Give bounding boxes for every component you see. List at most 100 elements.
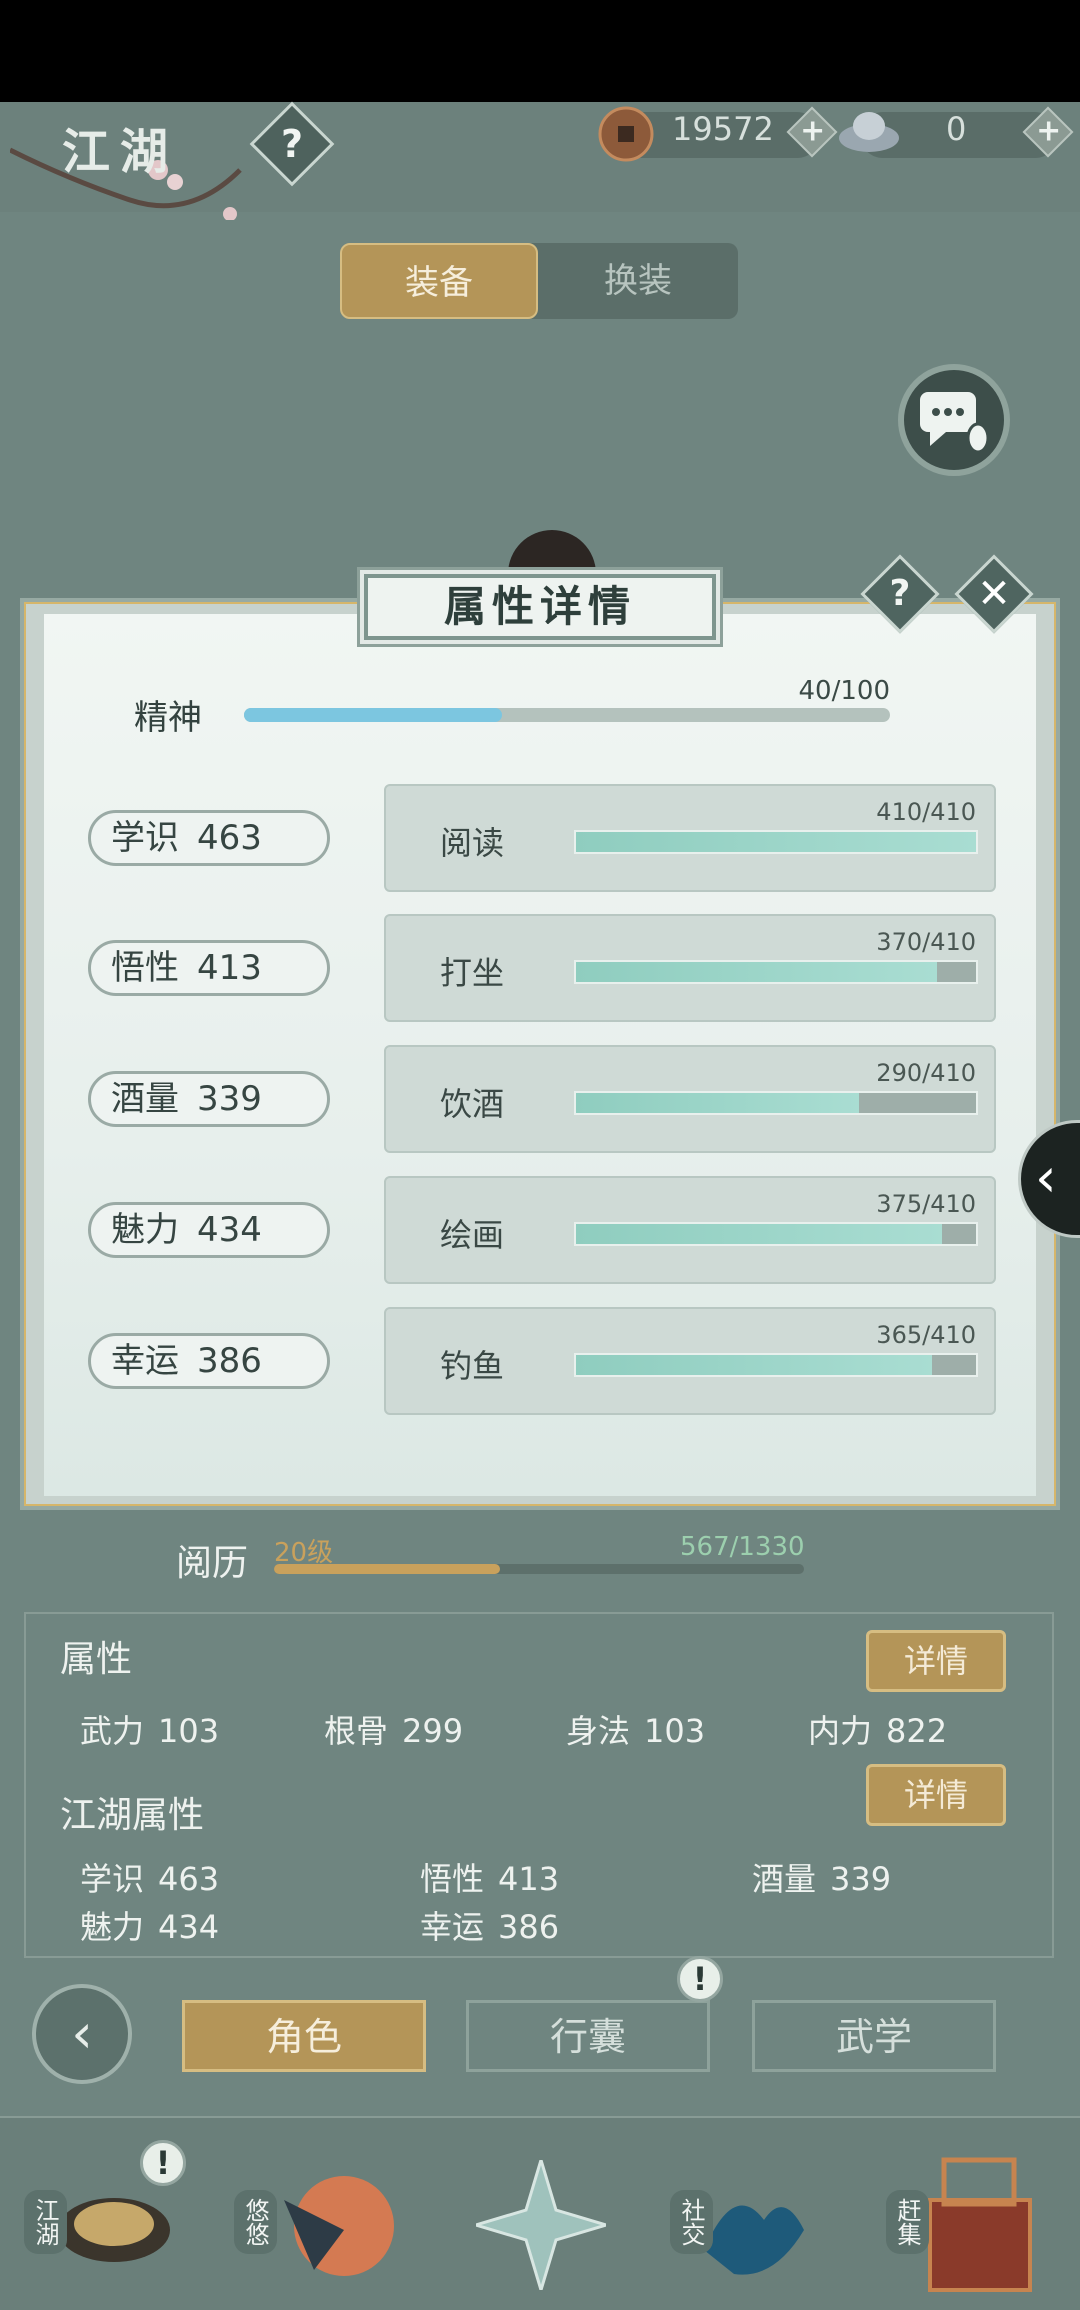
nav-martial-arts-button[interactable]: 武学 xyxy=(752,2000,996,2072)
question-icon: ? xyxy=(889,573,911,614)
nav-bag-button[interactable]: 行囊 xyxy=(466,2000,710,2072)
activity-row[interactable]: 饮酒 290/410 xyxy=(384,1045,996,1153)
page-title: 江湖 xyxy=(62,124,179,180)
attributes-detail-button[interactable]: 详情 xyxy=(866,1630,1006,1692)
activity-progress-fill xyxy=(576,962,937,982)
dock-youyou[interactable]: 悠悠 xyxy=(234,2150,394,2300)
experience-value: 567/1330 xyxy=(680,1532,805,1562)
jianghu-attributes-title: 江湖属性 xyxy=(60,1795,205,1836)
attribute-name: 幸运 xyxy=(420,1908,485,1946)
dock-label: 悠悠 xyxy=(234,2190,277,2254)
stat-value: 434 xyxy=(197,1210,262,1250)
activity-progress-bar xyxy=(574,960,978,984)
back-button[interactable]: ‹ xyxy=(32,1984,132,2084)
spirit-label: 精神 xyxy=(134,698,202,738)
activity-progress-value: 365/410 xyxy=(876,1321,976,1349)
back-arrow-icon: ‹ xyxy=(71,2002,93,2065)
stat-name: 魅力 xyxy=(111,1210,179,1250)
tab-outfit[interactable]: 换装 xyxy=(538,243,738,319)
equipment-tabs: 装备 换装 xyxy=(340,243,738,319)
dock-social[interactable]: 社交 xyxy=(664,2150,814,2300)
activity-row[interactable]: 阅读 410/410 xyxy=(384,784,996,892)
stat-name: 悟性 xyxy=(111,948,179,988)
plus-icon: + xyxy=(1036,113,1062,149)
activity-progress-fill xyxy=(576,832,976,852)
jianghu-attributes-detail-button[interactable]: 详情 xyxy=(866,1764,1006,1826)
experience-progress-fill xyxy=(274,1564,500,1574)
jianghu-attribute-item: 悟性 413 xyxy=(420,1854,559,1900)
activity-progress-bar xyxy=(574,1222,978,1246)
swallow-moon-icon xyxy=(284,2176,394,2276)
stat-value: 339 xyxy=(197,1079,262,1119)
question-icon: ? xyxy=(280,122,304,166)
attribute-item: 内力 822 xyxy=(808,1706,947,1752)
side-panel-toggle[interactable]: ‹ xyxy=(1018,1120,1080,1238)
activity-row[interactable]: 绘画 375/410 xyxy=(384,1176,996,1284)
activity-name: 打坐 xyxy=(440,954,505,992)
jianghu-attribute-item: 幸运 386 xyxy=(420,1902,559,1948)
stat-value: 386 xyxy=(197,1341,262,1381)
attribute-name: 内力 xyxy=(808,1712,873,1750)
attribute-value: 103 xyxy=(644,1712,706,1750)
chat-button[interactable] xyxy=(898,364,1010,476)
dock-label: 江湖 xyxy=(24,2190,67,2254)
dock-label: 赶集 xyxy=(886,2190,929,2254)
attribute-item: 武力 103 xyxy=(80,1706,219,1752)
activity-progress-value: 375/410 xyxy=(876,1190,976,1218)
dock-center[interactable] xyxy=(470,2150,620,2300)
coin-count: 19572 xyxy=(672,110,774,148)
attribute-name: 身法 xyxy=(566,1712,631,1750)
stat-value: 463 xyxy=(197,818,262,858)
attribute-value: 103 xyxy=(158,1712,220,1750)
status-bar xyxy=(0,0,1080,102)
nav-character-button[interactable]: 角色 xyxy=(182,2000,426,2072)
activity-progress-bar xyxy=(574,1091,978,1115)
attribute-value: 299 xyxy=(402,1712,464,1750)
attribute-name: 悟性 xyxy=(420,1860,485,1898)
dock-label: 社交 xyxy=(670,2190,713,2254)
activity-progress-fill xyxy=(576,1224,942,1244)
activity-name: 饮酒 xyxy=(440,1085,505,1123)
attribute-item: 身法 103 xyxy=(566,1706,705,1752)
activity-name: 绘画 xyxy=(440,1216,505,1254)
attribute-value: 386 xyxy=(498,1908,560,1946)
activity-progress-value: 410/410 xyxy=(876,798,976,826)
tab-equip[interactable]: 装备 xyxy=(340,243,538,319)
alert-badge-icon: ! xyxy=(140,2140,186,2186)
stat-value: 413 xyxy=(197,948,262,988)
attribute-value: 413 xyxy=(498,1860,560,1898)
stat-pill: 酒量 339 xyxy=(88,1071,330,1127)
copper-coin-icon xyxy=(598,106,654,162)
activity-progress-bar xyxy=(574,1353,978,1377)
stat-name: 酒量 xyxy=(111,1079,179,1119)
stat-name: 学识 xyxy=(111,818,179,858)
silver-count: 0 xyxy=(946,110,967,148)
jianghu-attribute-item: 魅力 434 xyxy=(80,1902,219,1948)
activity-name: 钓鱼 xyxy=(440,1347,505,1385)
jianghu-attribute-item: 学识 463 xyxy=(80,1854,219,1900)
close-icon: ✕ xyxy=(977,571,1011,617)
activity-progress-fill xyxy=(576,1093,859,1113)
attribute-name: 学识 xyxy=(80,1860,145,1898)
spirit-value: 40/100 xyxy=(798,676,890,706)
plus-icon: + xyxy=(800,113,826,149)
attribute-name: 酒量 xyxy=(752,1860,817,1898)
chevron-left-icon: ‹ xyxy=(1035,1146,1057,1209)
bamboo-hat-icon xyxy=(58,2198,170,2262)
compass-star-icon xyxy=(476,2160,606,2290)
stat-pill: 悟性 413 xyxy=(88,940,330,996)
activity-progress-value: 370/410 xyxy=(876,928,976,956)
stat-pill: 魅力 434 xyxy=(88,1202,330,1258)
activity-row[interactable]: 钓鱼 365/410 xyxy=(384,1307,996,1415)
activity-row[interactable]: 打坐 370/410 xyxy=(384,914,996,1022)
stat-pill: 幸运 386 xyxy=(88,1333,330,1389)
attribute-value: 463 xyxy=(158,1860,220,1898)
attribute-name: 魅力 xyxy=(80,1908,145,1946)
chat-bubble-icon xyxy=(920,392,990,454)
dock-market[interactable]: 赶集 xyxy=(880,2150,1032,2300)
attributes-title: 属性 xyxy=(60,1639,133,1680)
attribute-value: 339 xyxy=(830,1860,892,1898)
stat-name: 幸运 xyxy=(111,1341,179,1381)
attribute-name: 根骨 xyxy=(324,1712,389,1750)
attribute-item: 根骨 299 xyxy=(324,1706,463,1752)
